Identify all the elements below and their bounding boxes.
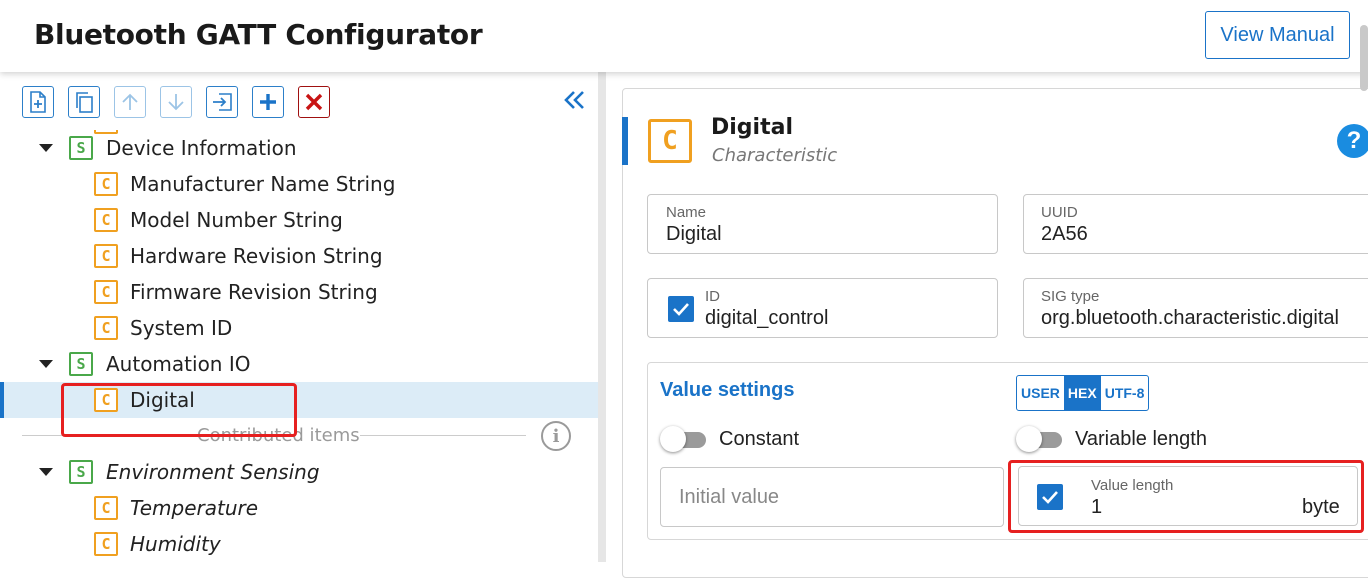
id-field[interactable]: ID digital_control	[647, 278, 998, 338]
sig-type-value: org.bluetooth.characteristic.digital	[1041, 307, 1339, 329]
duplicate-button[interactable]	[68, 86, 100, 118]
uuid-field-value: 2A56	[1041, 223, 1088, 245]
variable-length-label: Variable length	[1075, 428, 1207, 450]
tree-service-environment-sensing[interactable]: S Environment Sensing	[0, 454, 598, 490]
delete-button[interactable]	[298, 86, 330, 118]
collapse-panel-button[interactable]	[560, 86, 588, 114]
tree-item-label: Firmware Revision String	[130, 280, 378, 304]
toggle-knob	[1016, 426, 1042, 452]
import-icon	[213, 93, 232, 111]
name-field[interactable]: Name Digital	[647, 194, 998, 254]
tree-item-label: Humidity	[130, 532, 221, 556]
tree-item-label: Model Number String	[130, 208, 343, 232]
tree-item-model-number[interactable]: C Model Number String	[0, 202, 598, 238]
card-accent-bar	[622, 117, 628, 165]
tree-item-label: Device Information	[106, 136, 297, 160]
highlight-box-value-length	[1008, 460, 1364, 533]
tree-toolbar	[22, 86, 330, 118]
encoding-utf8-button[interactable]: UTF-8	[1101, 376, 1149, 410]
x-icon	[305, 93, 323, 111]
characteristic-badge: C	[94, 316, 118, 340]
tree-item-label: Automation IO	[106, 352, 251, 376]
name-field-label: Name	[666, 204, 707, 221]
double-chevron-left-icon	[564, 91, 584, 109]
tree-item-manufacturer-name[interactable]: C Manufacturer Name String	[0, 166, 598, 202]
divider-line	[360, 435, 526, 436]
info-icon[interactable]: i	[541, 421, 571, 451]
tree-item-label: Manufacturer Name String	[130, 172, 396, 196]
characteristic-badge-large: C	[648, 119, 692, 163]
tree-item-label: Temperature	[130, 496, 259, 520]
gatt-tree: S Device Information C Manufacturer Name…	[0, 130, 598, 562]
page-scrollbar[interactable]	[1360, 25, 1368, 91]
characteristic-badge: C	[94, 208, 118, 232]
tree-item-label: Environment Sensing	[106, 460, 320, 484]
sig-type-field[interactable]: SIG type org.bluetooth.characteristic.di…	[1023, 278, 1368, 338]
encoding-hex-button[interactable]: HEX	[1063, 376, 1101, 410]
tree-item-system-id[interactable]: C System ID	[0, 310, 598, 346]
tree-item-hardware-revision[interactable]: C Hardware Revision String	[0, 238, 598, 274]
constant-toggle[interactable]	[660, 426, 708, 452]
app-header: Bluetooth GATT Configurator View Manual	[0, 0, 1368, 72]
caret-down-icon[interactable]	[39, 465, 53, 479]
tree-item-label: Hardware Revision String	[130, 244, 383, 268]
variable-length-toggle[interactable]	[1016, 426, 1064, 452]
tree-pane: S Device Information C Manufacturer Name…	[0, 72, 598, 562]
service-badge: S	[69, 136, 93, 160]
tree-item-firmware-revision[interactable]: C Firmware Revision String	[0, 274, 598, 310]
pane-splitter[interactable]	[598, 72, 606, 562]
check-icon	[673, 303, 689, 316]
help-icon[interactable]: ?	[1337, 124, 1368, 158]
tree-service-device-information[interactable]: S Device Information	[0, 130, 598, 166]
sig-type-label: SIG type	[1041, 288, 1100, 305]
id-checkbox[interactable]	[668, 296, 694, 322]
id-field-value: digital_control	[705, 307, 829, 329]
add-button[interactable]	[252, 86, 284, 118]
value-settings-title: Value settings	[660, 379, 795, 401]
tree-item-temperature[interactable]: C Temperature	[0, 490, 598, 526]
caret-down-icon[interactable]	[39, 357, 53, 371]
copy-icon	[76, 92, 93, 113]
move-down-button[interactable]	[160, 86, 192, 118]
import-button[interactable]	[206, 86, 238, 118]
service-badge: S	[69, 352, 93, 376]
move-up-button[interactable]	[114, 86, 146, 118]
name-field-value: Digital	[666, 223, 722, 245]
characteristic-badge: C	[94, 532, 118, 556]
caret-down-icon[interactable]	[39, 141, 53, 155]
encoding-selector: USER HEX UTF-8	[1016, 375, 1150, 411]
toggle-knob	[660, 426, 686, 452]
characteristic-badge: C	[94, 496, 118, 520]
highlight-box-digital	[61, 383, 297, 437]
initial-value-input[interactable]	[660, 467, 1004, 527]
file-plus-icon	[30, 91, 46, 113]
uuid-field-label: UUID	[1041, 204, 1078, 221]
arrow-up-icon	[122, 93, 138, 110]
characteristic-name: Digital	[711, 115, 793, 140]
tree-item-label: System ID	[130, 316, 233, 340]
plus-icon	[260, 94, 276, 110]
uuid-field[interactable]: UUID 2A56	[1023, 194, 1368, 254]
id-field-label: ID	[705, 288, 720, 305]
characteristic-badge: C	[94, 280, 118, 304]
service-badge: S	[69, 460, 93, 484]
constant-label: Constant	[719, 428, 800, 450]
encoding-user-button[interactable]: USER	[1017, 376, 1064, 410]
arrow-down-icon	[168, 94, 184, 111]
add-item-button[interactable]	[22, 86, 54, 118]
characteristic-badge: C	[94, 244, 118, 268]
tree-item-humidity[interactable]: C Humidity	[0, 526, 598, 562]
app-title: Bluetooth GATT Configurator	[34, 18, 483, 51]
characteristic-type: Characteristic	[712, 145, 838, 166]
characteristic-badge: C	[94, 172, 118, 196]
view-manual-button[interactable]: View Manual	[1205, 11, 1350, 59]
tree-service-automation-io[interactable]: S Automation IO	[0, 346, 598, 382]
